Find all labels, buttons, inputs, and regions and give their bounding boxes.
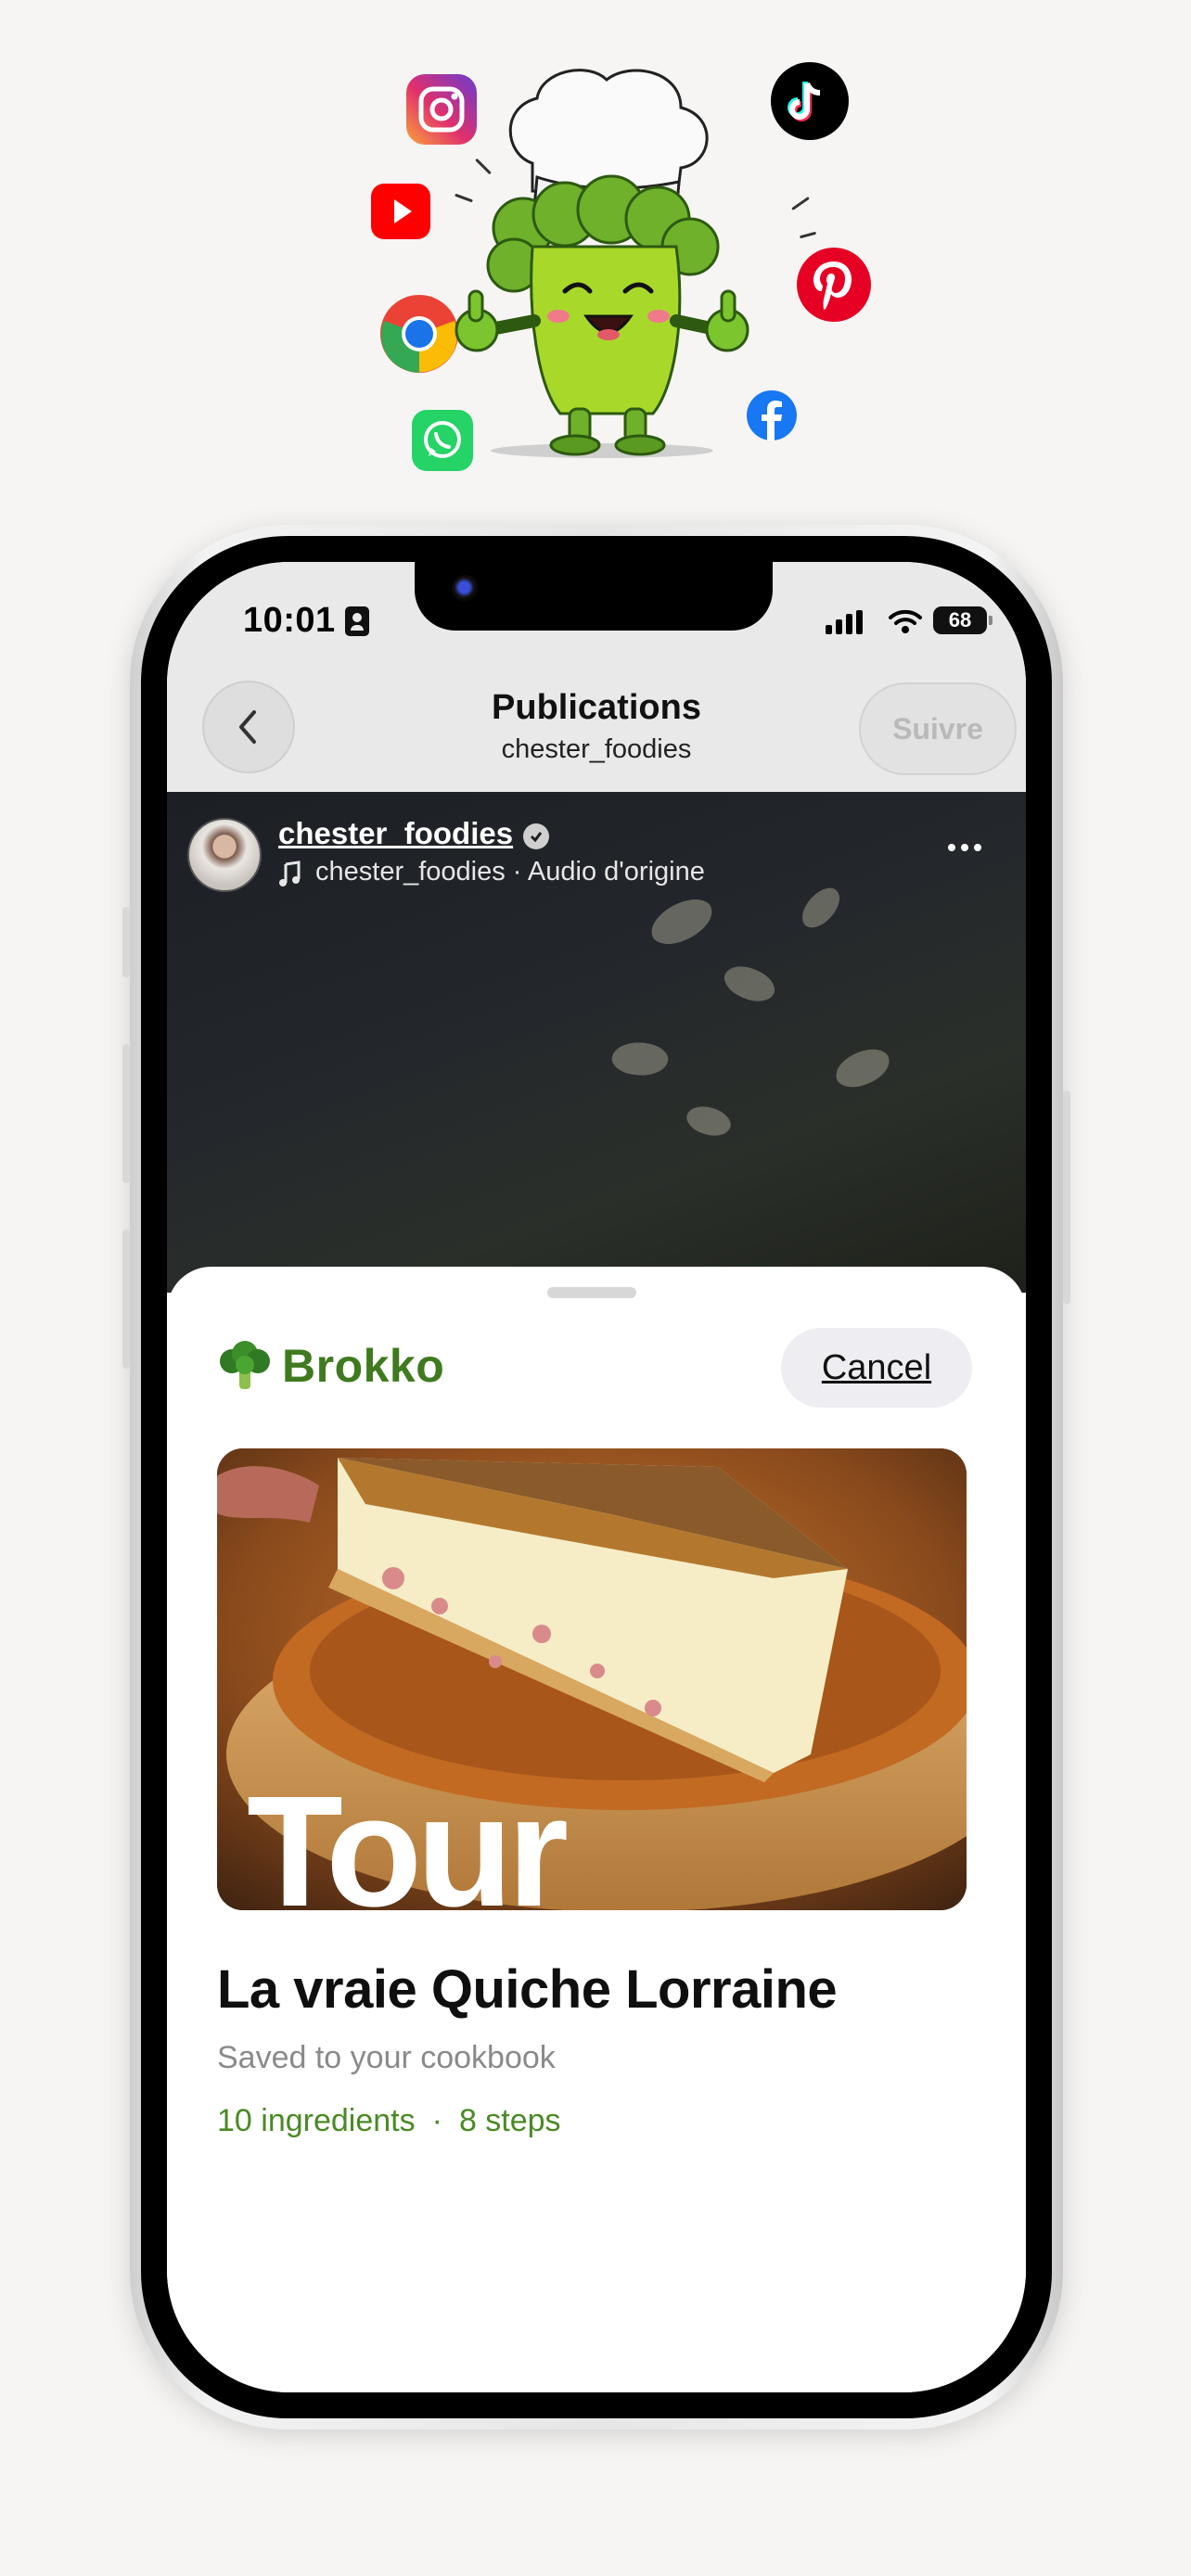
ingredient-count: 10 ingredients — [217, 2103, 416, 2138]
background-leaf — [682, 1099, 736, 1143]
volume-up-button — [122, 1044, 130, 1183]
battery-indicator: 68 — [933, 606, 992, 634]
silent-switch — [122, 907, 130, 977]
more-options-button[interactable] — [948, 844, 981, 851]
follow-button[interactable]: Suivre — [859, 682, 1017, 775]
broccoli-chef-mascot — [449, 52, 755, 460]
post-video[interactable]: chester_foodies chester_foodies · Audio … — [167, 792, 1026, 1293]
power-button — [1063, 1090, 1070, 1304]
recipe-thumbnail[interactable]: Tour — [217, 1448, 967, 1910]
cellular-signal-icon — [826, 610, 863, 634]
broccoli-icon — [220, 1341, 270, 1389]
volume-down-button — [122, 1230, 130, 1369]
phone-frame: 10:01 68 Publications chester_foodies Su… — [122, 525, 1070, 2429]
hero-illustration — [0, 0, 1191, 501]
cancel-button[interactable]: Cancel — [781, 1328, 972, 1408]
meta-separator: · — [431, 2103, 442, 2138]
phone-screen: 10:01 68 Publications chester_foodies Su… — [167, 562, 1026, 2392]
background-leaf — [609, 1038, 671, 1080]
image-overlay-text: Tour — [247, 1764, 569, 1910]
saved-status: Saved to your cookbook — [217, 2040, 556, 2075]
recipe-title: La vraie Quiche Lorraine — [217, 1959, 838, 2020]
front-camera — [452, 575, 480, 603]
status-time: 10:01 — [243, 601, 336, 640]
post-username[interactable]: chester_foodies — [278, 816, 513, 851]
background-leaf — [831, 1044, 894, 1092]
music-note-icon — [278, 861, 302, 893]
tiktok-icon — [770, 61, 850, 141]
notch — [415, 562, 773, 631]
background-leaf — [645, 893, 719, 950]
brand-name: Brokko — [282, 1340, 445, 1392]
background-leaf — [719, 957, 780, 1011]
post-audio-label[interactable]: chester_foodies · Audio d'origine — [315, 857, 705, 887]
contact-card-icon — [345, 606, 369, 636]
save-recipe-sheet: Brokko Cancel Tour La vraie Quiche Lorra… — [167, 1267, 1026, 2392]
recipe-meta: 10 ingredients · 8 steps — [217, 2103, 561, 2139]
avatar[interactable] — [187, 818, 262, 892]
step-count: 8 steps — [458, 2103, 561, 2138]
nav-bar: Publications chester_foodies Suivre — [167, 655, 1026, 792]
wifi-icon — [889, 608, 922, 639]
motion-line — [799, 231, 817, 239]
pinterest-icon — [796, 247, 872, 323]
sheet-grabber[interactable] — [547, 1287, 636, 1298]
verified-badge-icon — [523, 823, 549, 849]
brand-header: Brokko — [217, 1339, 444, 1393]
motion-line — [791, 196, 810, 211]
background-leaf — [794, 882, 848, 934]
chrome-icon — [378, 293, 460, 375]
youtube-icon — [369, 182, 432, 241]
